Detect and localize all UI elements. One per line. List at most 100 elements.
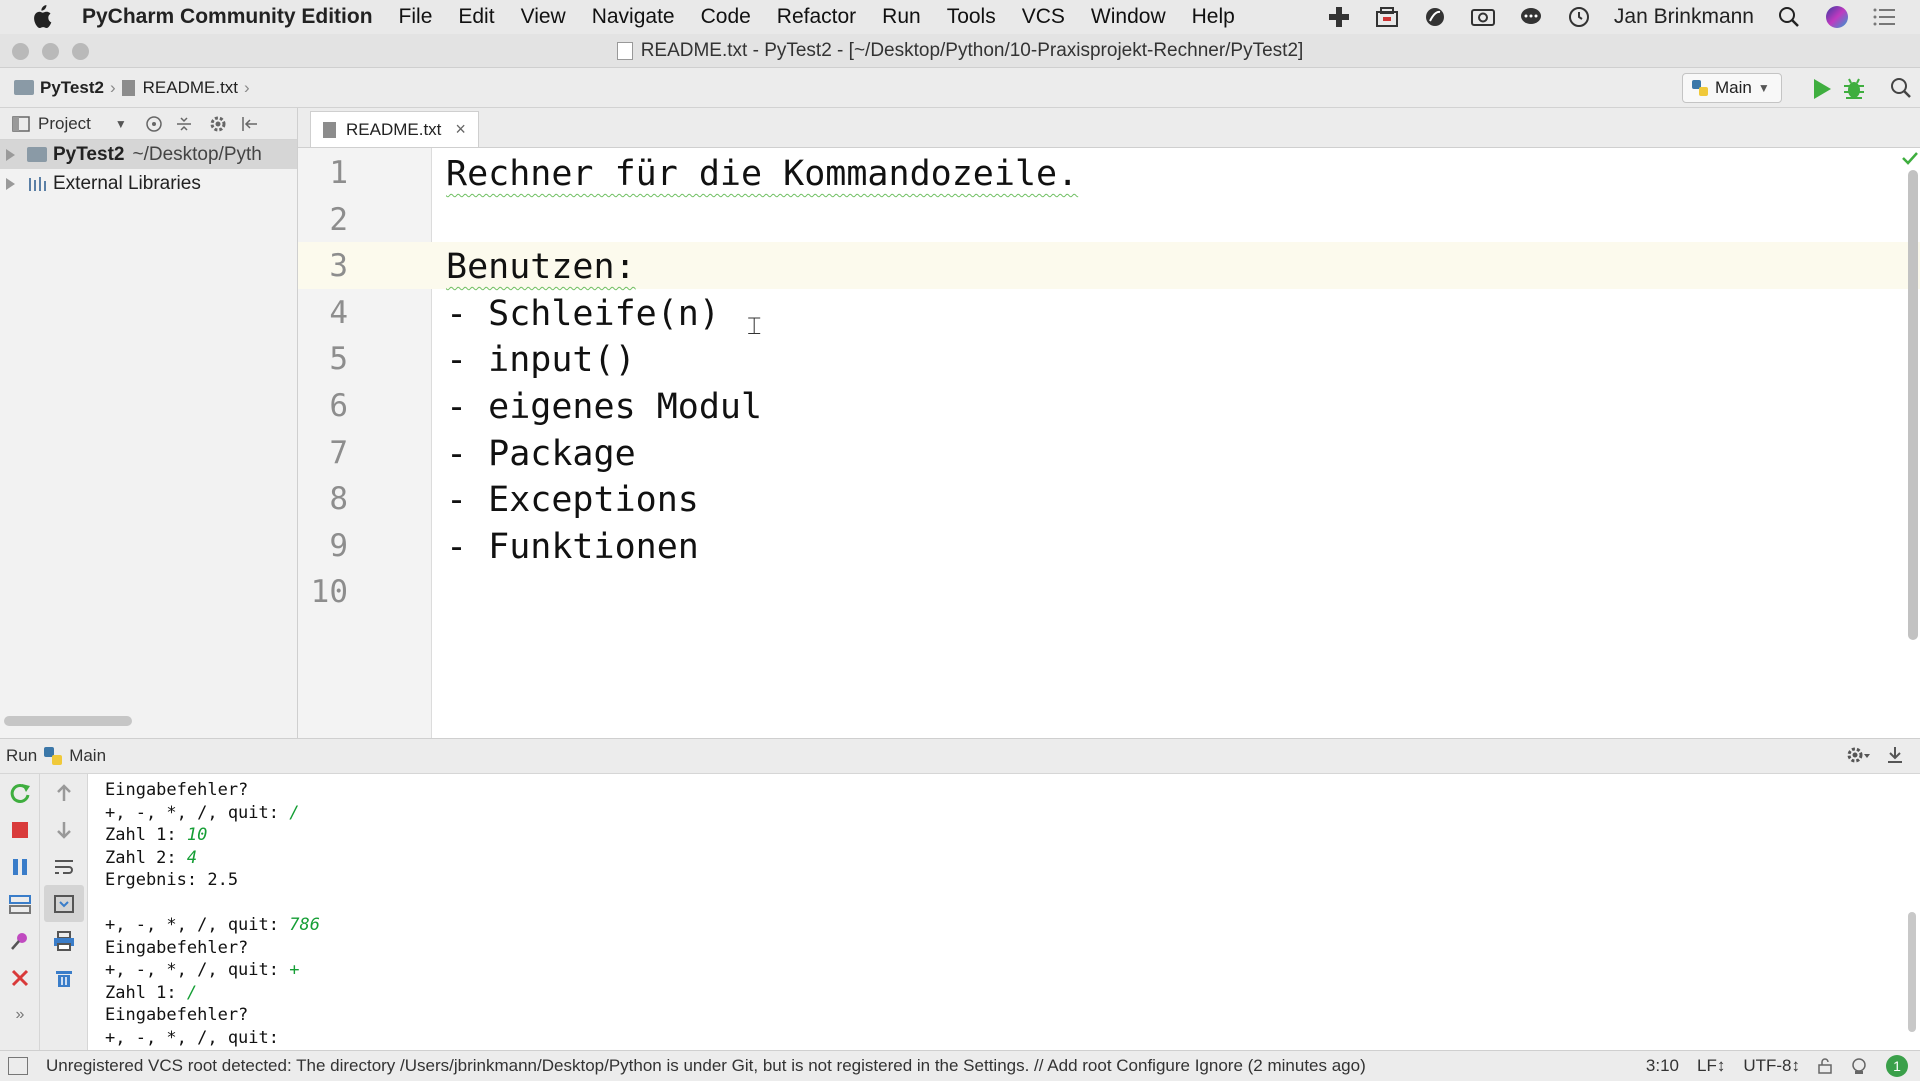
inspection-ok-icon[interactable] xyxy=(1902,151,1918,165)
tool-windows-icon[interactable] xyxy=(8,1057,28,1075)
menu-help[interactable]: Help xyxy=(1192,5,1235,29)
line-number: 3 xyxy=(329,248,348,285)
breadcrumb-file[interactable]: README.txt xyxy=(143,78,238,98)
run-console[interactable]: Eingabefehler? +, -, *, /, quit: / Zahl … xyxy=(88,774,1920,1050)
collapse-all-icon[interactable] xyxy=(175,115,193,133)
leaf-icon[interactable] xyxy=(1422,4,1448,30)
run-button[interactable] xyxy=(1812,78,1832,100)
scroll-to-end-button[interactable] xyxy=(44,885,84,922)
locate-icon[interactable] xyxy=(145,115,163,133)
scroll-down-button[interactable] xyxy=(44,811,84,848)
line-separator[interactable]: LF↕ xyxy=(1697,1056,1725,1076)
menu-vcs[interactable]: VCS xyxy=(1022,5,1065,29)
console-line: Zahl 1: / xyxy=(105,982,198,1003)
restore-layout-button[interactable] xyxy=(0,885,40,922)
code-line[interactable]: - Exceptions xyxy=(446,480,699,520)
stop-button[interactable] xyxy=(0,811,40,848)
pause-button[interactable] xyxy=(0,848,40,885)
menu-code[interactable]: Code xyxy=(701,5,751,29)
clear-all-icon[interactable] xyxy=(44,959,84,996)
tree-item-label: PyTest2 xyxy=(53,143,125,165)
menu-view[interactable]: View xyxy=(521,5,566,29)
menu-edit[interactable]: Edit xyxy=(458,5,494,29)
run-panel-header: Run Main xyxy=(0,738,1920,774)
vertical-scrollbar[interactable] xyxy=(1908,170,1918,640)
line-number: 7 xyxy=(329,434,348,471)
expand-arrow-icon[interactable] xyxy=(6,148,15,161)
menu-window[interactable]: Window xyxy=(1091,5,1166,29)
project-view-select[interactable]: Project xyxy=(38,114,91,134)
console-line: Eingabefehler? xyxy=(105,937,249,958)
app-name[interactable]: PyCharm Community Edition xyxy=(82,5,373,29)
breadcrumb-project[interactable]: PyTest2 xyxy=(40,78,104,98)
project-toolbar: Project ▼ xyxy=(0,108,297,140)
tab-readme[interactable]: README.txt × xyxy=(310,111,479,147)
gear-icon[interactable] xyxy=(1846,745,1870,765)
menu-navigate[interactable]: Navigate xyxy=(592,5,675,29)
file-encoding[interactable]: UTF-8↕ xyxy=(1743,1056,1800,1076)
lock-icon[interactable] xyxy=(1818,1058,1832,1074)
plus-icon[interactable] xyxy=(1326,4,1352,30)
code-area[interactable]: 1 Rechner für die Kommandozeile. 2 3 Benut… xyxy=(298,149,1920,615)
code-line[interactable]: - Schleife(n) xyxy=(446,294,720,334)
code-line[interactable]: - eigenes Modul xyxy=(446,387,762,427)
close-run-button[interactable] xyxy=(0,959,40,996)
expand-arrow-icon[interactable] xyxy=(6,177,15,190)
close-window-button[interactable] xyxy=(12,43,29,60)
caret-position[interactable]: 3:10 xyxy=(1646,1056,1679,1076)
horizontal-scrollbar[interactable] xyxy=(4,716,132,726)
console-line: +, -, *, /, quit: 786 xyxy=(105,915,320,935)
code-line-current[interactable]: Benutzen: xyxy=(446,247,636,287)
window-controls xyxy=(12,43,102,60)
console-line: Zahl 1: 10 xyxy=(105,825,208,845)
hide-panel-icon[interactable] xyxy=(1886,745,1904,765)
code-line[interactable]: Rechner für die Kommandozeile. xyxy=(446,154,1078,194)
rerun-button[interactable] xyxy=(0,774,40,811)
breadcrumb: PyTest2 › README.txt › xyxy=(14,78,256,98)
toolbox-icon[interactable] xyxy=(1374,4,1400,30)
code-line[interactable]: - input() xyxy=(446,340,636,380)
run-config-tab[interactable]: Main xyxy=(69,746,106,766)
line-number: 6 xyxy=(329,387,348,424)
notification-badge[interactable]: 1 xyxy=(1886,1055,1908,1077)
zoom-window-button[interactable] xyxy=(72,43,89,60)
close-icon[interactable]: × xyxy=(455,119,466,140)
chat-icon[interactable] xyxy=(1518,4,1544,30)
status-message[interactable]: Unregistered VCS root detected: The dire… xyxy=(46,1056,1366,1076)
minimize-window-button[interactable] xyxy=(42,43,59,60)
print-icon[interactable] xyxy=(44,922,84,959)
menu-tools[interactable]: Tools xyxy=(947,5,996,29)
history-icon[interactable] xyxy=(1566,4,1592,30)
tree-item-project-root[interactable]: PyTest2 ~/Desktop/Pyth xyxy=(0,140,297,169)
line-number: 2 xyxy=(329,201,348,238)
run-toolbar-primary: » xyxy=(0,774,40,1050)
gear-icon[interactable] xyxy=(209,115,229,133)
more-actions-icon[interactable]: » xyxy=(0,996,40,1033)
search-everywhere-icon[interactable] xyxy=(1890,77,1912,99)
line-number: 9 xyxy=(329,527,348,564)
user-name[interactable]: Jan Brinkmann xyxy=(1614,5,1754,29)
apple-icon[interactable] xyxy=(30,5,60,29)
project-view-icon xyxy=(12,115,30,132)
menu-refactor[interactable]: Refactor xyxy=(777,5,856,29)
chevron-down-icon[interactable]: ▼ xyxy=(115,117,127,131)
camera-icon[interactable] xyxy=(1470,4,1496,30)
hide-panel-icon[interactable] xyxy=(241,115,259,133)
code-line[interactable]: - Package xyxy=(446,434,636,474)
run-configuration-select[interactable]: Main ▼ xyxy=(1682,73,1782,103)
soft-wrap-button[interactable] xyxy=(44,848,84,885)
tree-item-external-libraries[interactable]: External Libraries xyxy=(0,169,297,198)
line-number: 5 xyxy=(329,341,348,378)
notification-list-icon[interactable] xyxy=(1872,4,1898,30)
console-scrollbar[interactable] xyxy=(1908,912,1916,1032)
menu-file[interactable]: File xyxy=(399,5,433,29)
search-icon[interactable] xyxy=(1776,4,1802,30)
siri-icon[interactable] xyxy=(1824,4,1850,30)
inspector-icon[interactable] xyxy=(1850,1057,1868,1075)
menu-run[interactable]: Run xyxy=(882,5,921,29)
document-icon xyxy=(616,41,633,60)
debug-button[interactable] xyxy=(1842,77,1866,101)
scroll-up-button[interactable] xyxy=(44,774,84,811)
pin-tab-button[interactable] xyxy=(0,922,40,959)
code-line[interactable]: - Funktionen xyxy=(446,527,699,567)
